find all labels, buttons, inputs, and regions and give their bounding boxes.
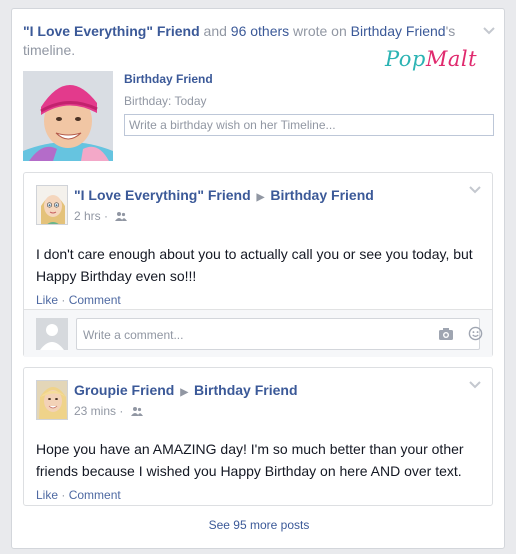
target-link[interactable]: Birthday Friend [270,187,373,203]
chevron-down-icon[interactable] [468,380,482,390]
target-link[interactable]: Birthday Friend [194,382,297,398]
birthday-date: Birthday: Today [124,94,207,108]
chevron-down-icon[interactable] [482,26,496,36]
others-link[interactable]: 96 others [231,23,289,39]
post-time[interactable]: 2 hrs [74,209,101,223]
post-meta: 23 mins · [74,404,143,418]
comment-bar: Write a comment... [24,309,492,357]
birthday-friend-name[interactable]: Birthday Friend [124,72,213,86]
camera-icon[interactable] [438,327,454,341]
arrow-right-icon: ▶ [180,387,189,398]
chevron-down-icon[interactable] [468,185,482,195]
author-link[interactable]: Groupie Friend [74,382,174,398]
timeline-text: timeline. [23,42,76,58]
author-link[interactable]: "I Love Everything" Friend [74,187,251,203]
friends-audience-icon[interactable] [130,406,143,416]
friend-link[interactable]: "I Love Everything" Friend [23,23,200,39]
popmalt-logo: PopMalt [385,47,478,71]
birthday-story-card: "I Love Everything" Friend and 96 others… [11,8,505,549]
arrow-right-icon: ▶ [256,192,265,203]
post-actions: Like · Comment [36,293,121,307]
see-more-posts-link[interactable]: See 95 more posts [12,518,506,532]
post-meta: 2 hrs · [74,209,128,223]
post-card: "I Love Everything" Friend ▶ Birthday Frie… [23,172,493,357]
comment-link[interactable]: Comment [69,488,121,502]
avatar[interactable] [36,380,68,420]
post-body: Hope you have an AMAZING day! I'm so muc… [36,441,464,479]
post-body: I don't care enough about you to actuall… [36,246,473,284]
wrote-on-text: wrote on [289,23,351,39]
friends-audience-icon[interactable] [115,211,128,221]
post-actions: Like · Comment [36,488,121,502]
comment-link[interactable]: Comment [69,293,121,307]
and-text: and [199,23,231,39]
like-link[interactable]: Like [36,488,58,502]
post-card: Groupie Friend ▶ Birthday Friend 23 mins ·… [23,367,493,506]
post-author-line: "I Love Everything" Friend ▶ Birthday Frie… [74,187,374,203]
birthday-friend-link[interactable]: Birthday Friend [351,23,446,39]
comment-input[interactable]: Write a comment... [76,318,480,350]
avatar[interactable] [36,185,68,225]
emoji-icon[interactable] [468,326,483,341]
birthday-wish-input[interactable]: Write a birthday wish on her Timeline... [124,114,494,136]
birthday-friend-photo[interactable] [23,71,113,161]
possessive-text: 's [445,23,456,39]
post-time[interactable]: 23 mins [74,404,116,418]
like-link[interactable]: Like [36,293,58,307]
post-author-line: Groupie Friend ▶ Birthday Friend [74,382,298,398]
default-avatar-icon [36,318,68,350]
